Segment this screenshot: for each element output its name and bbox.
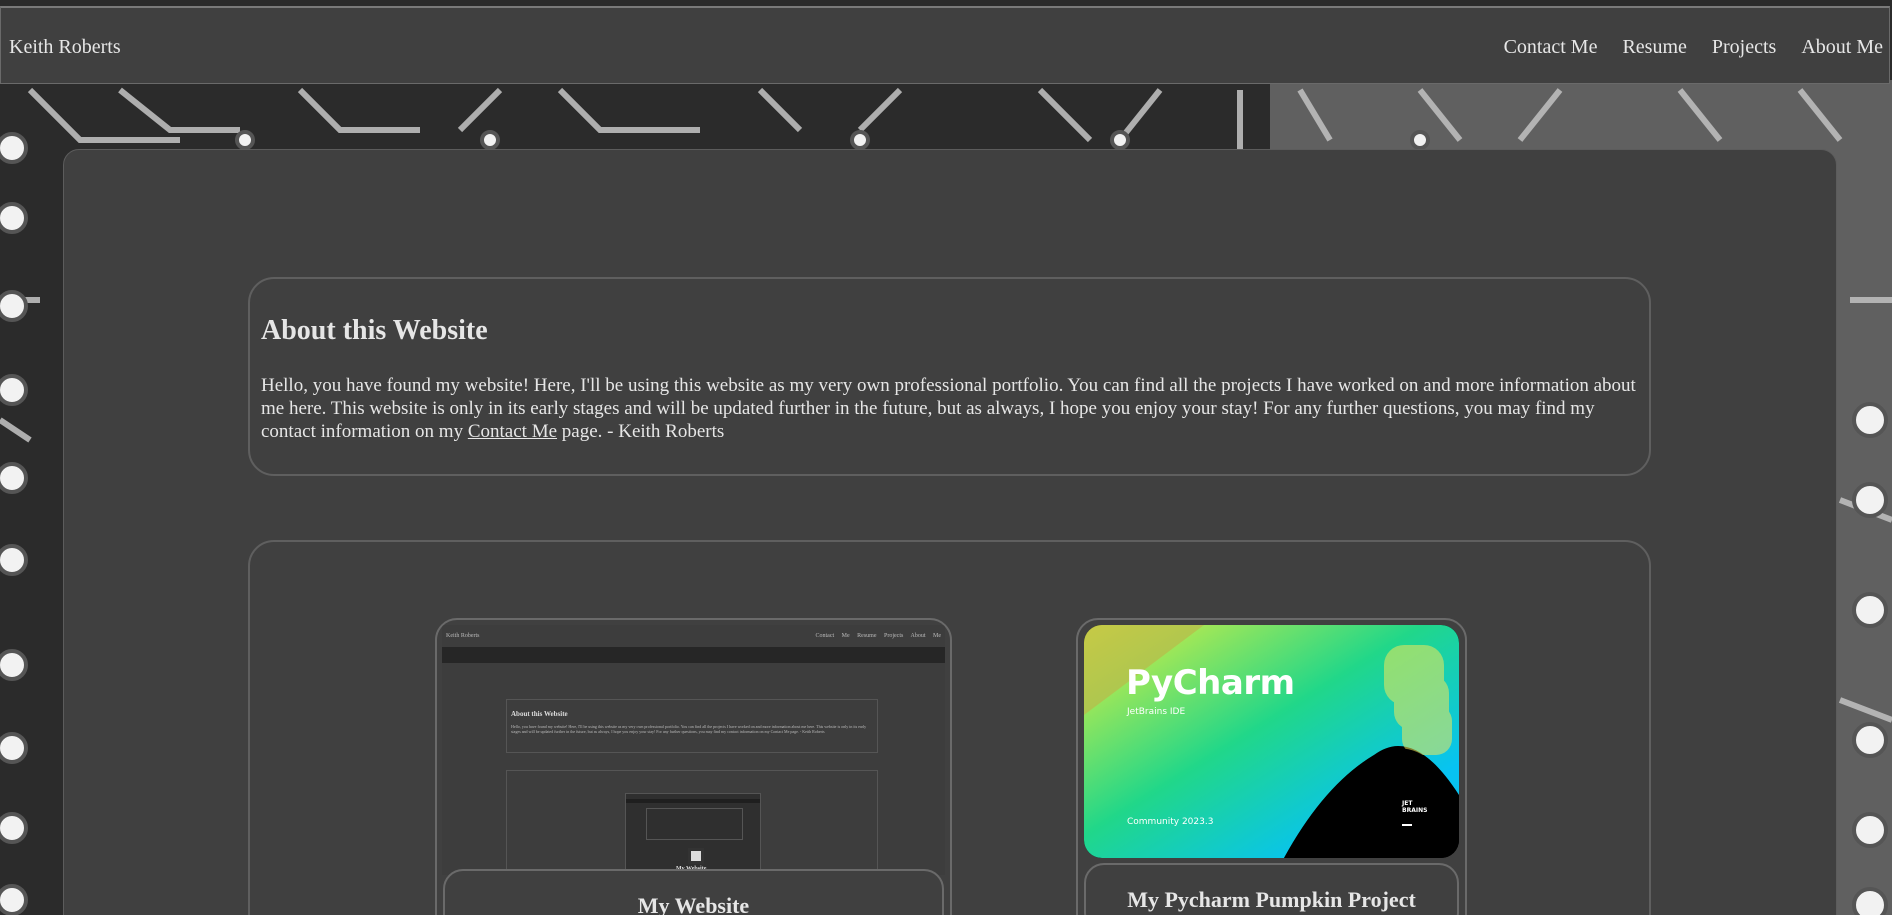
thumbnail-dark-bar xyxy=(442,647,945,663)
project-card-pycharm-pumpkin[interactable]: PyCharm JetBrains IDE Community 2023.3 J… xyxy=(1076,618,1467,915)
thumbnail-about-card: About this Website Hello, you have found… xyxy=(506,699,878,753)
about-website-card: About this Website Hello, you have found… xyxy=(248,277,1651,476)
about-body: Hello, you have found my website! Here, … xyxy=(261,374,1636,443)
thumbnail-about-text: Hello, you have found my website! Here, … xyxy=(511,724,867,734)
pycharm-product-name: PyCharm xyxy=(1126,663,1295,703)
top-navbar: Keith Roberts Contact Me Resume Projects… xyxy=(0,6,1890,84)
nav-link-about-me[interactable]: About Me xyxy=(1801,36,1883,59)
about-text-after-link: page. - Keith Roberts xyxy=(557,421,725,442)
thumbnail-navbar: Keith Roberts Contact Me Resume Projects… xyxy=(442,625,945,645)
contact-me-inline-link[interactable]: Contact Me xyxy=(468,421,557,442)
nav-link-resume[interactable]: Resume xyxy=(1622,36,1686,59)
jetbrains-logo-icon: JET BRAINS xyxy=(1402,800,1430,832)
thumbnail-brand: Keith Roberts xyxy=(446,633,480,639)
thumbnail-nested-box xyxy=(646,808,743,840)
website-screenshot-thumbnail: Keith Roberts Contact Me Resume Projects… xyxy=(442,625,945,875)
thumbnail-nested-screenshot: My Website xyxy=(625,793,761,875)
pycharm-edition: Community 2023.3 xyxy=(1127,817,1214,827)
projects-section: Keith Roberts Contact Me Resume Projects… xyxy=(248,540,1651,915)
jetbrains-logo-line2: BRAINS xyxy=(1402,807,1428,814)
project-title-my-website[interactable]: My Website xyxy=(443,869,944,915)
brand-link[interactable]: Keith Roberts xyxy=(9,36,121,59)
thumbnail-projects-card: My Website xyxy=(506,770,878,875)
thumbnail-nested-bar xyxy=(626,799,760,803)
thumbnail-nested-square xyxy=(688,848,704,864)
thumbnail-links: Contact Me Resume Projects About Me xyxy=(815,633,942,639)
project-card-my-website[interactable]: Keith Roberts Contact Me Resume Projects… xyxy=(435,618,952,915)
nav-link-projects[interactable]: Projects xyxy=(1712,36,1776,59)
jetbrains-logo-line1: JET xyxy=(1402,800,1413,807)
jetbrains-logo-underline xyxy=(1402,824,1412,826)
project-title-pycharm-pumpkin[interactable]: My Pycharm Pumpkin Project xyxy=(1084,863,1459,915)
thumbnail-about-title: About this Website xyxy=(511,710,568,718)
nav-link-contact-me[interactable]: Contact Me xyxy=(1504,36,1598,59)
about-title: About this Website xyxy=(261,315,488,346)
pycharm-subtitle: JetBrains IDE xyxy=(1127,707,1186,717)
pycharm-splash-thumbnail: PyCharm JetBrains IDE Community 2023.3 J… xyxy=(1084,625,1459,858)
nav-links: Contact Me Resume Projects About Me xyxy=(1479,36,1883,59)
